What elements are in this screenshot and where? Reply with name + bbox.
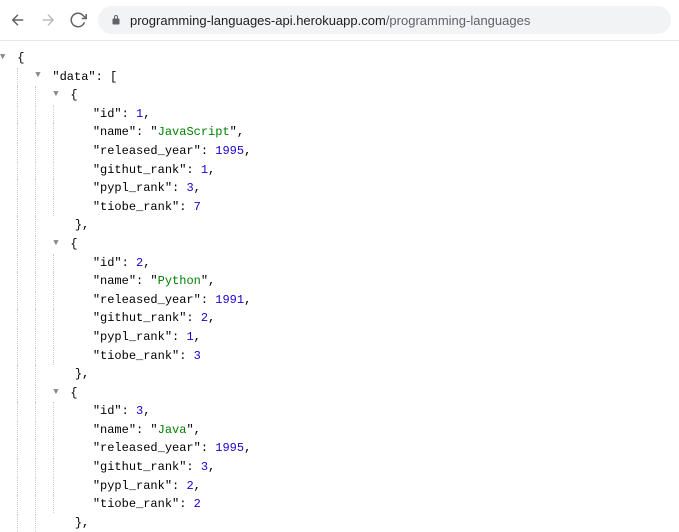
json-line: ▼ "pypl_rank": 3, xyxy=(0,179,679,198)
reload-button[interactable] xyxy=(68,10,88,30)
collapse-toggle[interactable]: ▼ xyxy=(53,88,62,102)
json-line: ▼ "id": 3, xyxy=(0,402,679,421)
json-line: ▼ ▼ { xyxy=(0,86,679,105)
json-line: ▼ }, xyxy=(0,365,679,384)
json-viewer: ▼ { ▼ ▼ "data": [ ▼ ▼ { ▼ "id": 1, ▼ "na… xyxy=(0,41,679,532)
json-line: ▼ "tiobe_rank": 2 xyxy=(0,495,679,514)
json-line: ▼ "name": "JavaScript", xyxy=(0,123,679,142)
json-line: ▼ "name": "Java", xyxy=(0,421,679,440)
lock-icon xyxy=(110,14,122,26)
forward-button[interactable] xyxy=(38,10,58,30)
collapse-toggle[interactable]: ▼ xyxy=(35,69,44,83)
browser-toolbar: programming-languages-api.herokuapp.com/… xyxy=(0,0,679,41)
json-line: ▼ }, xyxy=(0,216,679,235)
json-line: ▼ "name": "Python", xyxy=(0,272,679,291)
json-line: ▼ "tiobe_rank": 7 xyxy=(0,198,679,217)
json-line: ▼ "released_year": 1995, xyxy=(0,439,679,458)
collapse-toggle[interactable]: ▼ xyxy=(53,237,62,251)
collapse-toggle[interactable]: ▼ xyxy=(0,51,9,65)
json-line: ▼ ▼ { xyxy=(0,384,679,403)
json-line: ▼ "githut_rank": 3, xyxy=(0,458,679,477)
json-line: ▼ "id": 2, xyxy=(0,254,679,273)
json-line: ▼ "pypl_rank": 1, xyxy=(0,328,679,347)
json-line: ▼ "githut_rank": 2, xyxy=(0,309,679,328)
json-line: ▼ "githut_rank": 1, xyxy=(0,161,679,180)
json-line: ▼ "released_year": 1995, xyxy=(0,142,679,161)
json-line: ▼ ▼ { xyxy=(0,235,679,254)
url-text: programming-languages-api.herokuapp.com/… xyxy=(130,13,530,28)
address-bar[interactable]: programming-languages-api.herokuapp.com/… xyxy=(98,6,671,34)
json-line: ▼ ▼ "data": [ xyxy=(0,68,679,87)
json-line: ▼ "id": 1, xyxy=(0,105,679,124)
back-button[interactable] xyxy=(8,10,28,30)
json-line: ▼ "pypl_rank": 2, xyxy=(0,477,679,496)
json-line: ▼ "released_year": 1991, xyxy=(0,291,679,310)
json-line: ▼ { xyxy=(0,49,679,68)
collapse-toggle[interactable]: ▼ xyxy=(53,386,62,400)
json-line: ▼ "tiobe_rank": 3 xyxy=(0,347,679,366)
json-line: ▼ }, xyxy=(0,514,679,532)
